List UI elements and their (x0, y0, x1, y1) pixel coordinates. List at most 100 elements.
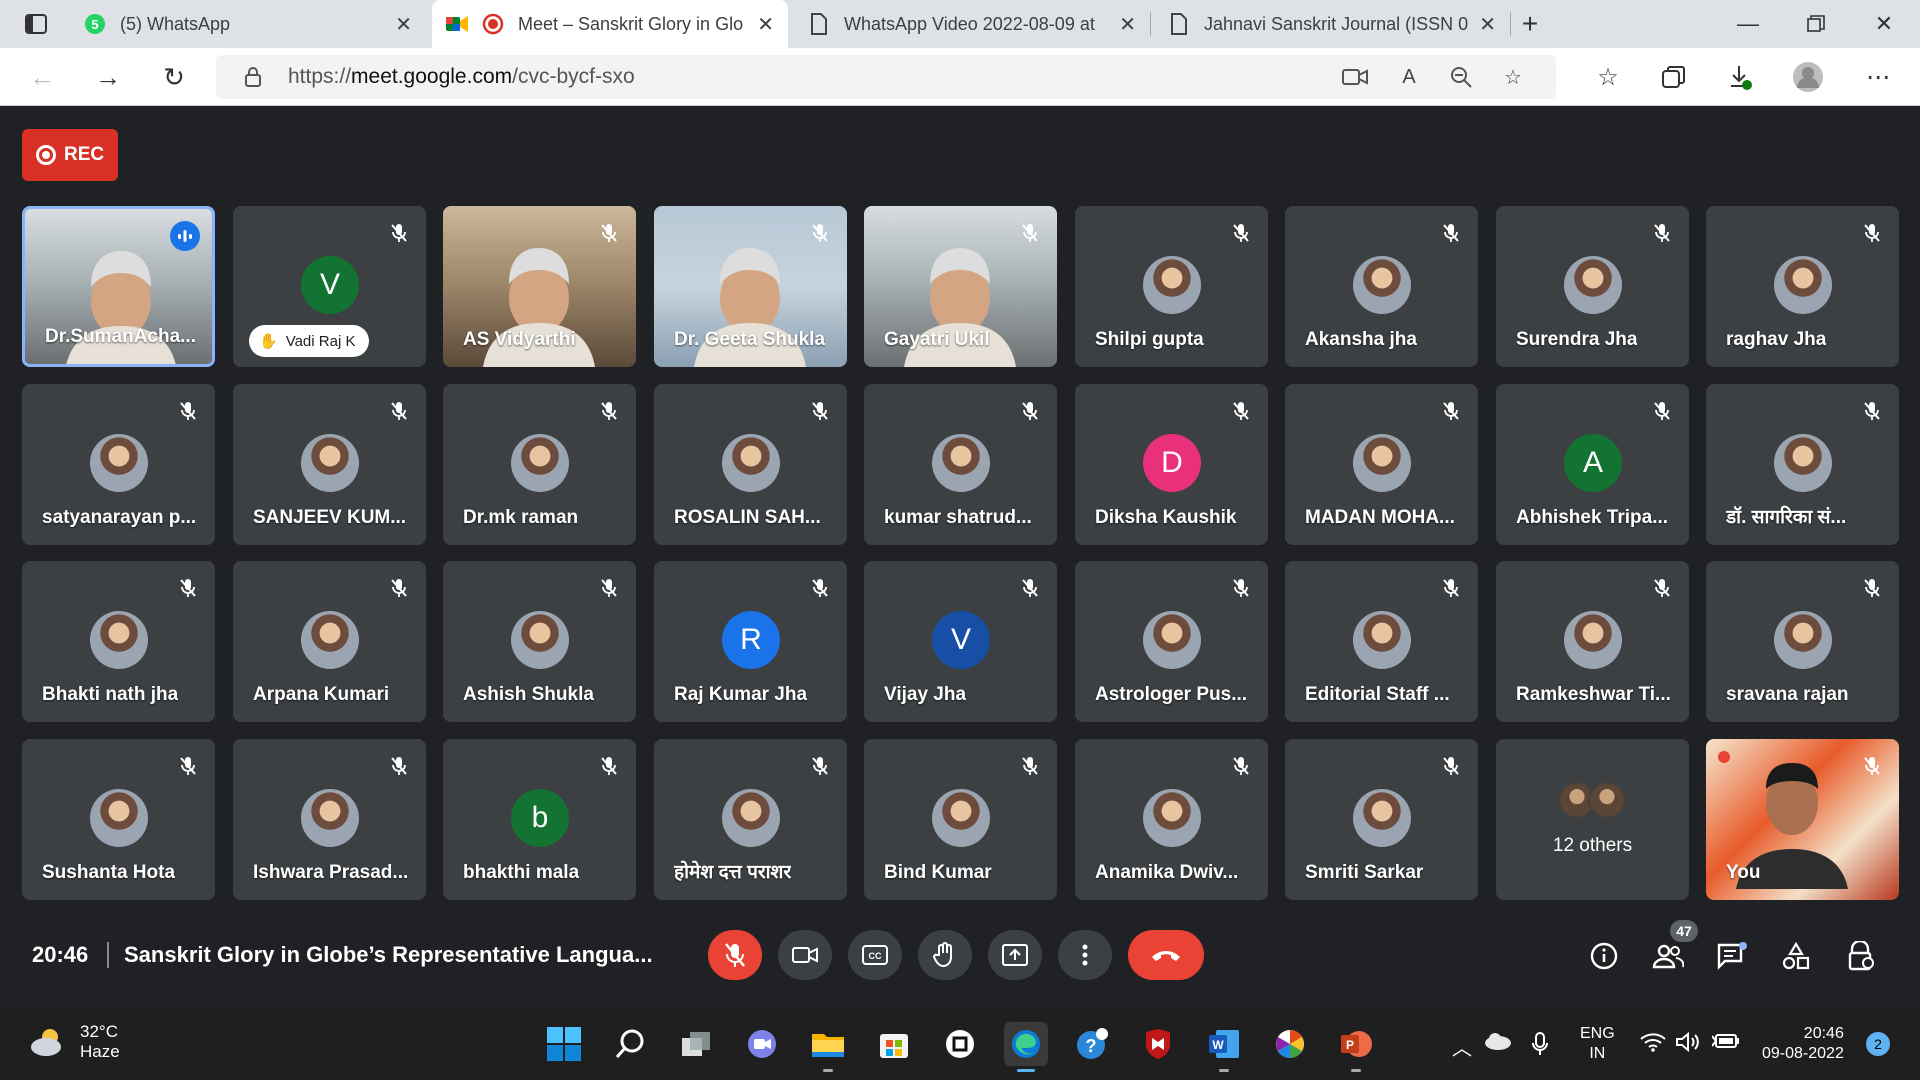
teams-chat-button[interactable] (740, 1022, 784, 1066)
participant-tile[interactable]: Ishwara Prasad... (233, 739, 426, 900)
participant-tile[interactable]: Anamika Dwiv... (1075, 739, 1268, 900)
restore-icon[interactable] (1788, 0, 1844, 48)
participant-tile[interactable]: SANJEEV KUM... (233, 384, 426, 545)
close-icon[interactable]: ✕ (395, 12, 412, 37)
weather-widget[interactable]: 32°C Haze (28, 1022, 120, 1062)
host-controls-button[interactable] (1840, 934, 1884, 978)
close-window-icon[interactable]: ✕ (1856, 0, 1912, 48)
participant-tile[interactable]: Surendra Jha (1496, 206, 1689, 367)
downloads-icon[interactable] (1722, 59, 1758, 95)
language-indicator[interactable]: ENG IN (1580, 1024, 1615, 1064)
tab-meet[interactable]: Meet – Sanskrit Glory in Glo ✕ (432, 0, 788, 48)
new-tab-icon[interactable]: + (1502, 0, 1558, 48)
file-explorer-button[interactable] (806, 1022, 850, 1072)
powerpoint-button[interactable]: P (1334, 1022, 1378, 1072)
participant-tile[interactable]: b bhakthi mala (443, 739, 636, 900)
tab-whatsapp-video[interactable]: WhatsApp Video 2022-08-09 at ✕ (794, 0, 1150, 48)
participant-tile[interactable]: Bhakti nath jha (22, 561, 215, 722)
participant-tile[interactable]: R Raj Kumar Jha (654, 561, 847, 722)
participant-tile[interactable]: V ✋ Vadi Raj K (233, 206, 426, 367)
participant-tile[interactable]: Dr. Geeta Shukla (654, 206, 847, 367)
tab-jahnavi-journal[interactable]: Jahnavi Sanskrit Journal (ISSN 09 ✕ (1154, 0, 1510, 48)
participant-tile[interactable]: Ramkeshwar Ti... (1496, 561, 1689, 722)
show-hidden-icons[interactable]: ︿ (1452, 1032, 1472, 1061)
participant-tile[interactable]: V Vijay Jha (864, 561, 1057, 722)
add-favorite-icon[interactable]: ☆ (1498, 62, 1528, 92)
wifi-icon[interactable] (1640, 1032, 1666, 1058)
profile-avatar-icon[interactable] (1790, 59, 1826, 95)
mic-off-icon (1226, 396, 1256, 426)
word-button[interactable]: W (1202, 1022, 1246, 1072)
store-button[interactable] (872, 1022, 916, 1066)
participant-tile[interactable]: kumar shatrud... (864, 384, 1057, 545)
chat-button[interactable] (1710, 934, 1754, 978)
present-button[interactable] (988, 930, 1042, 980)
participant-tile[interactable]: Smriti Sarkar (1285, 739, 1478, 900)
tab-actions-icon[interactable] (8, 0, 64, 48)
minimize-icon[interactable]: — (1720, 0, 1776, 48)
participant-tile[interactable]: Astrologer Pus... (1075, 561, 1268, 722)
photos-button[interactable] (1268, 1022, 1312, 1066)
collections-icon[interactable] (1656, 59, 1692, 95)
meeting-details-button[interactable] (1582, 934, 1626, 978)
leave-call-button[interactable] (1128, 930, 1204, 980)
mcafee-button[interactable] (1136, 1022, 1180, 1066)
participant-tile[interactable]: Akansha jha (1285, 206, 1478, 367)
participant-tile[interactable]: Dr.SumanAcha... (22, 206, 215, 367)
participant-tile[interactable]: You (1706, 739, 1899, 900)
back-icon[interactable]: ← (22, 57, 62, 97)
captions-button[interactable]: CC (848, 930, 902, 980)
participant-tile[interactable]: AS Vidyarthi (443, 206, 636, 367)
participant-tile[interactable]: Editorial Staff ... (1285, 561, 1478, 722)
participant-tile[interactable]: D Diksha Kaushik (1075, 384, 1268, 545)
help-button[interactable]: ? (1070, 1022, 1114, 1066)
participant-tile[interactable]: ROSALIN SAH... (654, 384, 847, 545)
read-aloud-icon[interactable]: A (1394, 62, 1424, 92)
microphone-off-button[interactable] (708, 930, 762, 980)
participant-tile[interactable]: 12 others (1496, 739, 1689, 900)
more-icon[interactable]: ⋯ (1860, 59, 1896, 95)
participant-tile[interactable]: डॉ. सागरिका सं... (1706, 384, 1899, 545)
participant-tile[interactable]: sravana rajan (1706, 561, 1899, 722)
more-options-button[interactable] (1058, 930, 1112, 980)
microphone-tray-icon[interactable] (1532, 1032, 1548, 1062)
edge-button[interactable] (1004, 1022, 1048, 1072)
participant-tile[interactable]: Arpana Kumari (233, 561, 426, 722)
url-field[interactable]: https://meet.google.com/cvc-bycf-sxo A ☆ (216, 55, 1556, 99)
participant-tile[interactable]: Sushanta Hota (22, 739, 215, 900)
notification-badge[interactable]: 2 (1866, 1032, 1890, 1056)
close-icon[interactable]: ✕ (757, 12, 774, 37)
participant-tile[interactable]: Ashish Shukla (443, 561, 636, 722)
clock-date[interactable]: 20:46 09-08-2022 (1762, 1024, 1844, 1064)
tab-whatsapp[interactable]: 5 (5) WhatsApp ✕ (70, 0, 426, 48)
search-button[interactable] (608, 1022, 652, 1066)
favorites-icon[interactable]: ☆ (1590, 59, 1626, 95)
raise-hand-button[interactable] (918, 930, 972, 980)
participant-tile[interactable]: MADAN MOHA... (1285, 384, 1478, 545)
participant-tile[interactable]: होमेश दत्त पराशर (654, 739, 847, 900)
lock-icon[interactable] (238, 62, 268, 92)
volume-icon[interactable] (1676, 1031, 1702, 1058)
participant-tile[interactable]: A Abhishek Tripa... (1496, 384, 1689, 545)
tab-label: (5) WhatsApp (120, 13, 231, 34)
close-icon[interactable]: ✕ (1119, 12, 1136, 37)
participant-tile[interactable]: Gayatri Ukil (864, 206, 1057, 367)
activities-button[interactable] (1774, 934, 1818, 978)
forward-icon[interactable]: → (88, 57, 128, 97)
participant-tile[interactable]: Shilpi gupta (1075, 206, 1268, 367)
close-icon[interactable]: ✕ (1479, 12, 1496, 37)
participant-tile[interactable]: Dr.mk raman (443, 384, 636, 545)
zoom-icon[interactable] (1446, 62, 1476, 92)
onedrive-icon[interactable] (1484, 1032, 1512, 1056)
camera-in-use-icon[interactable] (1340, 62, 1370, 92)
app-button[interactable] (938, 1022, 982, 1066)
reload-icon[interactable]: ↻ (154, 57, 194, 97)
battery-icon[interactable] (1711, 1032, 1740, 1056)
participant-tile[interactable]: satyanarayan p... (22, 384, 215, 545)
participant-tile[interactable]: raghav Jha (1706, 206, 1899, 367)
task-view-button[interactable] (674, 1022, 718, 1066)
camera-button[interactable] (778, 930, 832, 980)
participant-tile[interactable]: Bind Kumar (864, 739, 1057, 900)
avatar (301, 789, 359, 847)
start-button[interactable] (542, 1022, 586, 1066)
